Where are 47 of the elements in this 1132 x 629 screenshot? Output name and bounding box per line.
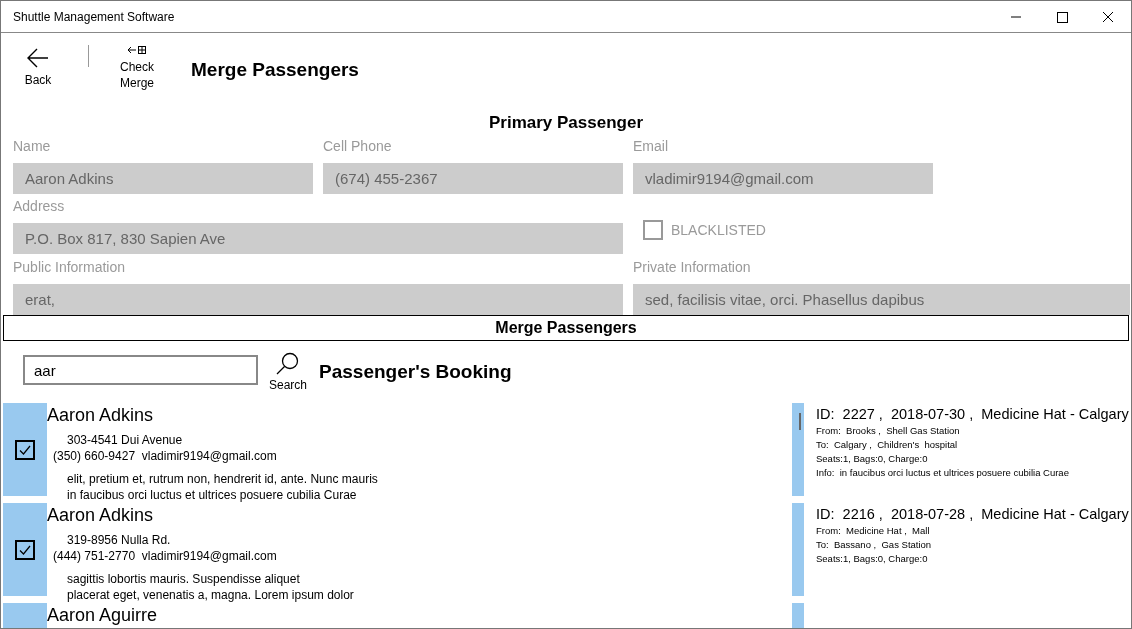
page-title: Merge Passengers bbox=[191, 59, 359, 81]
passenger-phone: (444) 751-2770 bbox=[53, 549, 136, 563]
checkbox[interactable] bbox=[15, 539, 35, 560]
scrollbar-thumb[interactable] bbox=[799, 413, 801, 430]
arrow-grid-icon bbox=[127, 45, 147, 55]
passenger-email: vladimir9194@gmail.com bbox=[140, 449, 277, 463]
booking-detail: From: Brooks , Shell Gas Station bbox=[816, 424, 960, 438]
checkbox-label: BLACKLISTED bbox=[671, 222, 766, 238]
back-button[interactable]: Back bbox=[13, 48, 63, 88]
section-heading: Passenger's Booking bbox=[319, 361, 512, 383]
field-label: Cell Phone bbox=[323, 137, 392, 156]
check-merge-button[interactable]: Check Merge bbox=[113, 45, 161, 91]
field-label: Public Information bbox=[13, 257, 126, 277]
section-heading: Merge Passengers bbox=[3, 315, 1129, 341]
search-icon bbox=[276, 352, 300, 376]
checkbox[interactable] bbox=[643, 220, 663, 240]
booking-detail: Seats:1, Bags:0, Charge:0 bbox=[816, 452, 928, 466]
booking-detail: Seats:1, Bags:0, Charge:0 bbox=[816, 552, 928, 566]
passenger-name: Aaron Aguirre bbox=[47, 604, 158, 626]
passenger-notes: placerat eget, venenatis a, magna. Lorem ipsum dolor bbox=[67, 587, 354, 603]
booking-title: ID: 2227 , 2018-07-30 , Medicine Hat - Calgary bbox=[816, 405, 1129, 424]
passenger-notes: sagittis lobortis mauris. Suspendisse aliquet bbox=[67, 571, 301, 587]
passenger-address: 303-4541 Dui Avenue bbox=[67, 433, 183, 448]
passenger-name: Aaron Adkins bbox=[47, 504, 154, 526]
field-label: Email bbox=[633, 137, 668, 156]
checkbox[interactable] bbox=[15, 439, 35, 460]
field-label: Name bbox=[13, 137, 51, 156]
field-label: Private Information bbox=[633, 257, 751, 277]
booking-detail: To: Calgary , Children's hospital bbox=[816, 438, 958, 452]
field-label: Address bbox=[13, 197, 65, 217]
search-field[interactable]: aar bbox=[23, 355, 258, 385]
back-arrow-icon bbox=[27, 48, 49, 68]
window-title: Shuttle Management Software bbox=[13, 9, 176, 24]
section-heading: Primary Passenger bbox=[487, 113, 644, 133]
passenger-notes: in faucibus orci luctus et ultrices posuere cubilia Curae bbox=[67, 487, 358, 503]
search-button[interactable]: Search bbox=[269, 352, 308, 392]
booking-detail: Info: in faucibus orci luctus et ultrices posuere cubilia Curae bbox=[816, 466, 1069, 480]
passenger-name: Aaron Adkins bbox=[47, 404, 154, 426]
passenger-address: 319-8956 Nulla Rd. bbox=[67, 533, 171, 548]
passenger-notes: elit, pretium et, rutrum non, hendrerit id, ante. Nunc mauris bbox=[67, 471, 378, 487]
passenger-phone: (350) 660-9427 bbox=[53, 449, 136, 463]
row-marker[interactable] bbox=[792, 403, 804, 496]
booking-title: ID: 2216 , 2018-07-28 , Medicine Hat - Calgary bbox=[816, 505, 1129, 524]
booking-detail: To: Bassano , Gas Station bbox=[816, 538, 932, 552]
booking-detail: From: Medicine Hat , Mall bbox=[816, 524, 930, 538]
row-marker[interactable] bbox=[792, 503, 804, 596]
passenger-email: vladimir9194@gmail.com bbox=[140, 549, 277, 563]
